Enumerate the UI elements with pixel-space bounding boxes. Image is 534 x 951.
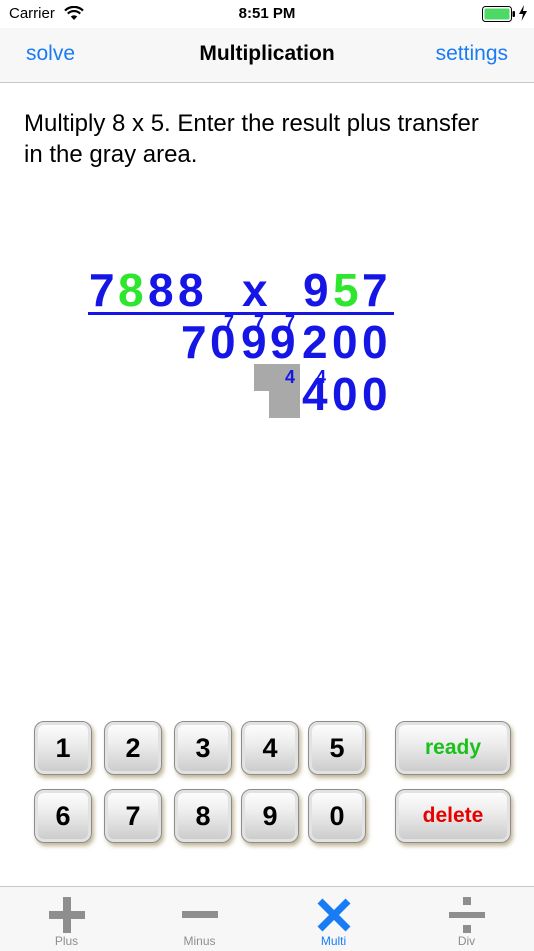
key-4-button[interactable]: 4	[241, 721, 299, 775]
tab-plus-label: Plus	[54, 934, 79, 948]
divide-icon	[400, 895, 533, 933]
tab-div[interactable]: Div	[400, 887, 533, 951]
key-label: 9	[262, 801, 278, 831]
tab-div-label: Div	[457, 934, 476, 948]
multiply-operator: x	[242, 264, 268, 316]
key-0-button[interactable]: 0	[308, 789, 366, 843]
partial-result-digit: 0	[332, 368, 358, 420]
key-label: 3	[195, 733, 211, 763]
plus-icon	[0, 895, 133, 933]
tab-minus[interactable]: Minus	[133, 887, 266, 951]
multiplier-digit: 7	[362, 264, 388, 316]
key-label: 7	[125, 801, 141, 831]
key-5-button[interactable]: 5	[308, 721, 366, 775]
multiply-icon	[267, 895, 400, 932]
multiplicand-digit: 8	[178, 264, 204, 316]
key-label: 6	[55, 801, 71, 831]
multiplier-digit: 5	[333, 264, 359, 316]
delete-button[interactable]: delete	[395, 789, 511, 843]
key-label: 0	[329, 801, 345, 831]
key-label: 5	[329, 733, 345, 763]
key-6-button[interactable]: 6	[34, 789, 92, 843]
key-7-button[interactable]: 7	[104, 789, 162, 843]
key-2-button[interactable]: 2	[104, 721, 162, 775]
partial-result-digit: 0	[362, 368, 388, 420]
tab-bar: Plus Minus Multi Div	[0, 886, 534, 951]
ready-button[interactable]: ready	[395, 721, 511, 775]
tab-multi[interactable]: Multi	[267, 887, 400, 951]
key-label: 2	[125, 733, 141, 763]
minus-icon	[133, 895, 266, 931]
key-9-button[interactable]: 9	[241, 789, 299, 843]
delete-button-label: delete	[422, 804, 484, 827]
key-label: 8	[195, 801, 211, 831]
partial-result-digit: 7	[181, 316, 207, 368]
carry-digit: 7	[254, 312, 265, 332]
carry-digit: 4	[316, 367, 327, 387]
multiplicand-digit: 8	[148, 264, 174, 316]
ready-button-label: ready	[424, 736, 482, 759]
multiplicand-digit: 8	[118, 264, 144, 316]
carry-digit: 4	[285, 367, 296, 387]
tab-plus[interactable]: Plus	[0, 887, 133, 951]
key-label: 1	[55, 733, 71, 763]
key-label: 4	[262, 733, 278, 763]
multiplicand-digit: 7	[89, 264, 115, 316]
key-8-button[interactable]: 8	[174, 789, 232, 843]
multiplier-digit: 9	[303, 264, 329, 316]
tab-multi-label: Multi	[320, 934, 347, 948]
problem-area: 7888x957709920077740044	[0, 0, 534, 700]
key-3-button[interactable]: 3	[174, 721, 232, 775]
partial-result-digit: 0	[332, 316, 358, 368]
carry-digit: 7	[285, 312, 296, 332]
carry-digit: 7	[224, 312, 235, 332]
partial-result-digit: 0	[362, 316, 388, 368]
partial-result-digit: 2	[302, 316, 328, 368]
key-1-button[interactable]: 1	[34, 721, 92, 775]
tab-minus-label: Minus	[183, 934, 216, 948]
